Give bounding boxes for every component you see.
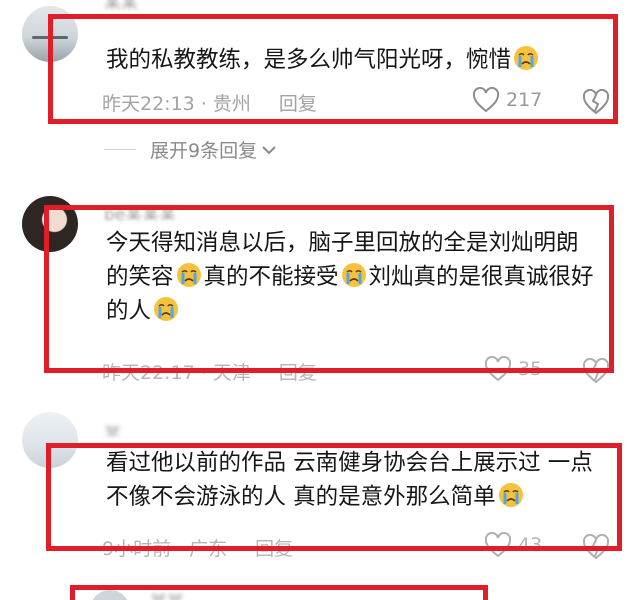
comment-time: 昨天22:17 (102, 362, 195, 384)
like-count: 217 (506, 89, 543, 111)
crying-face-emoji (498, 483, 523, 507)
comment-meta: 昨天22:17 · 天津 回复 (102, 358, 317, 385)
chevron-down-icon (262, 145, 276, 154)
like-button[interactable]: 35 (484, 356, 542, 382)
comment-text: 看过他以前的作品 云南健身协会台上展示过 一点不像不会游泳的人 真的是意外那么简… (106, 446, 606, 514)
reply-button[interactable]: 回复 (279, 89, 317, 116)
comment-location: 天津 (212, 362, 251, 384)
comment-meta: 昨天22:13 · 贵州 回复 (102, 89, 317, 116)
like-count: 35 (518, 358, 543, 380)
broken-heart-icon[interactable] (582, 534, 610, 560)
crying-face-emoji (154, 297, 179, 321)
avatar[interactable] (22, 412, 78, 468)
meta-separator: · (177, 538, 184, 560)
username[interactable]: 某某 (104, 0, 164, 10)
meta-separator: · (200, 362, 207, 384)
highlight-box (70, 585, 488, 600)
username[interactable]: 某某 (150, 588, 220, 600)
like-button[interactable]: 43 (484, 532, 542, 558)
avatar[interactable] (22, 6, 78, 62)
username[interactable]: pe某某某 (104, 200, 224, 220)
comment-text: 今天得知消息以后，脑子里回放的全是刘灿明朗的笑容 真的不能接受 刘灿真的是很真诚很好… (106, 226, 596, 328)
avatar[interactable] (22, 196, 78, 252)
username[interactable]: 某 (104, 420, 134, 436)
comment-meta: 9小时前 · 广东 回复 (102, 534, 293, 561)
crying-face-emoji (176, 263, 201, 287)
comment-location: 广东 (189, 538, 228, 560)
comment-text: 我的私教教练，是多么帅气阳光呀，惋惜 (106, 43, 606, 77)
like-count: 43 (518, 534, 543, 556)
heart-icon (484, 356, 512, 382)
avatar[interactable] (90, 590, 130, 600)
comment-time: 9小时前 (102, 538, 172, 560)
divider (104, 148, 136, 151)
meta-separator: · (200, 93, 207, 115)
expand-replies-button[interactable]: 展开9条回复 (104, 136, 277, 163)
heart-icon (472, 87, 500, 113)
comment-time: 昨天22:13 (102, 93, 195, 115)
reply-button[interactable]: 回复 (255, 534, 293, 561)
broken-heart-icon[interactable] (582, 358, 610, 384)
comment-location: 贵州 (212, 93, 251, 115)
expand-replies-label: 展开9条回复 (150, 140, 258, 162)
crying-face-emoji (341, 263, 366, 287)
comment-text-part: 我的私教教练，是多么帅气阳光呀，惋惜 (106, 47, 512, 73)
crying-face-emoji (514, 46, 539, 70)
comment-text-part: 真的不能接受 (203, 264, 339, 290)
like-button[interactable]: 217 (472, 87, 542, 113)
broken-heart-icon[interactable] (582, 89, 610, 115)
heart-icon (484, 532, 512, 558)
reply-button[interactable]: 回复 (279, 358, 317, 385)
